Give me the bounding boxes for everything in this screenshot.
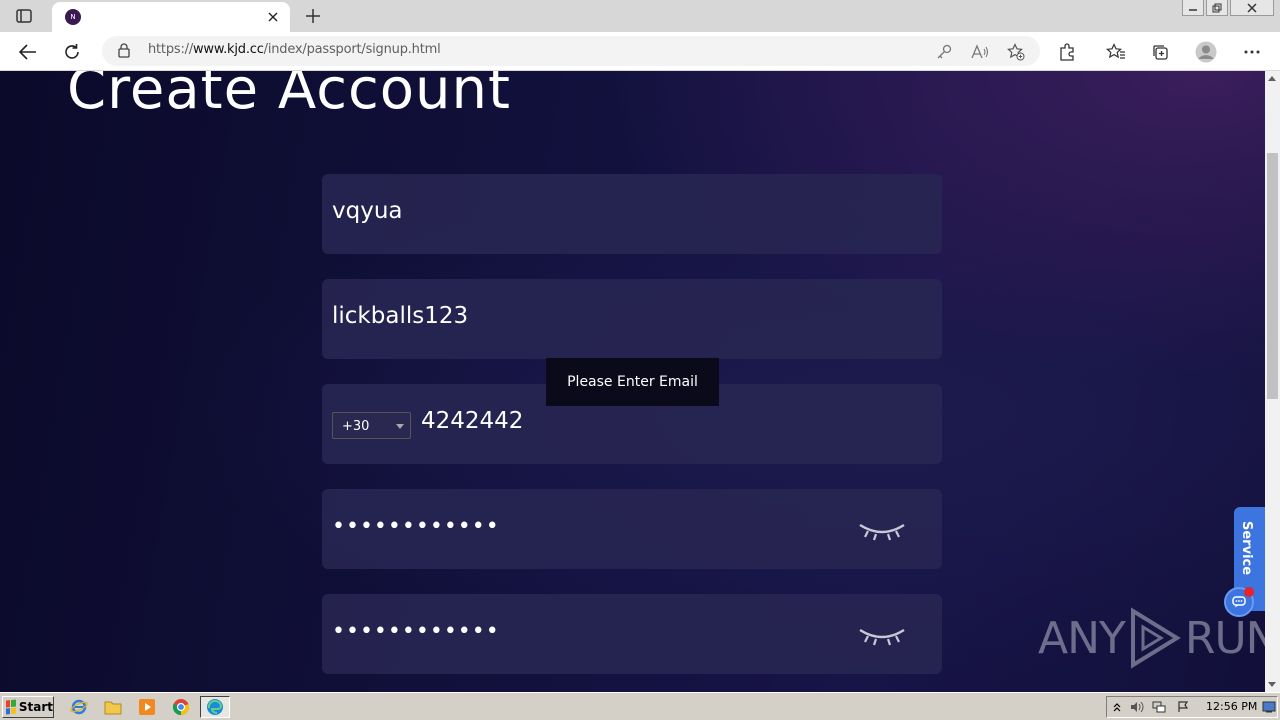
show-hidden-icons-icon[interactable] <box>1109 700 1125 714</box>
confirm-password-masked-value: •••••••••••• <box>332 619 500 644</box>
new-tab-icon[interactable] <box>302 5 324 27</box>
page-scrollbar[interactable] <box>1265 71 1280 692</box>
username-value: vqyua <box>332 198 403 224</box>
browser-tab[interactable]: N <box>52 2 290 32</box>
windows-taskbar: Start 12:56 PM <box>0 692 1280 720</box>
media-player-icon[interactable] <box>136 697 158 717</box>
country-code-select[interactable]: +30 <box>332 412 411 439</box>
start-button[interactable]: Start <box>2 696 54 718</box>
close-tab-icon[interactable] <box>264 8 282 26</box>
site-favicon-icon: N <box>65 9 81 25</box>
validation-toast: Please Enter Email <box>546 358 719 406</box>
restore-window-icon[interactable] <box>1206 0 1228 16</box>
browser-toolbar: https://www.kjd.cc/index/passport/signup… <box>0 32 1280 71</box>
service-label: Service <box>1239 521 1254 576</box>
second-field-value: lickballs123 <box>332 303 469 329</box>
tab-actions-icon[interactable] <box>10 5 38 27</box>
taskbar-clock[interactable]: 12:56 PM <box>1206 700 1257 713</box>
file-explorer-icon[interactable] <box>102 697 124 717</box>
refresh-icon[interactable] <box>59 39 85 65</box>
network-icon[interactable] <box>1151 700 1167 714</box>
chevron-down-icon <box>396 424 404 429</box>
phone-value: 4242442 <box>421 408 524 434</box>
confirm-password-field[interactable]: •••••••••••• <box>322 594 942 674</box>
add-favorite-icon[interactable] <box>1006 42 1026 62</box>
username-field[interactable]: vqyua <box>322 174 942 254</box>
notification-dot <box>1244 587 1254 597</box>
start-label: Start <box>18 700 53 714</box>
lock-icon[interactable] <box>118 43 130 62</box>
system-tray: 12:56 PM <box>1106 696 1278 718</box>
browser-tab-bar: N <box>0 0 1280 32</box>
collections-icon[interactable] <box>1147 39 1173 65</box>
signup-page: Create Account vqyua lickballs123 +30 42… <box>0 71 1265 692</box>
close-window-icon[interactable] <box>1230 0 1274 16</box>
country-code-value: +30 <box>342 419 370 434</box>
address-bar[interactable]: https://www.kjd.cc/index/passport/signup… <box>102 36 1040 66</box>
anyrun-watermark: ANY RUN <box>1038 607 1265 669</box>
password-masked-value: •••••••••••• <box>332 514 500 539</box>
back-arrow-icon[interactable] <box>15 39 41 65</box>
second-text-field[interactable]: lickballs123 <box>322 279 942 359</box>
watermark-left-text: ANY <box>1038 612 1126 664</box>
play-logo-icon <box>1130 607 1181 669</box>
extensions-icon[interactable] <box>1054 39 1080 65</box>
watermark-right-text: RUN <box>1184 612 1265 664</box>
scrollbar-thumb[interactable] <box>1267 153 1278 399</box>
more-options-icon[interactable] <box>1239 39 1265 65</box>
key-icon[interactable] <box>934 42 954 62</box>
volume-icon[interactable] <box>1129 700 1145 714</box>
password-field[interactable]: •••••••••••• <box>322 489 942 569</box>
chrome-icon[interactable] <box>170 697 192 717</box>
read-aloud-icon[interactable] <box>970 42 990 62</box>
action-center-flag-icon[interactable] <box>1175 700 1191 714</box>
show-desktop-icon[interactable] <box>1261 700 1277 714</box>
page-title: Create Account <box>67 71 511 122</box>
minimize-window-icon[interactable] <box>1182 0 1204 16</box>
internet-explorer-icon[interactable] <box>68 697 90 717</box>
scroll-up-arrow-icon[interactable] <box>1268 76 1276 81</box>
url-text[interactable]: https://www.kjd.cc/index/passport/signup… <box>148 42 441 57</box>
eye-closed-icon[interactable] <box>858 624 906 648</box>
scroll-down-arrow-icon[interactable] <box>1268 682 1276 687</box>
edge-icon[interactable] <box>200 696 230 718</box>
eye-closed-icon[interactable] <box>858 519 906 543</box>
windows-logo-icon <box>6 699 16 715</box>
profile-avatar-icon[interactable] <box>1193 39 1219 65</box>
favorites-icon[interactable] <box>1103 39 1129 65</box>
